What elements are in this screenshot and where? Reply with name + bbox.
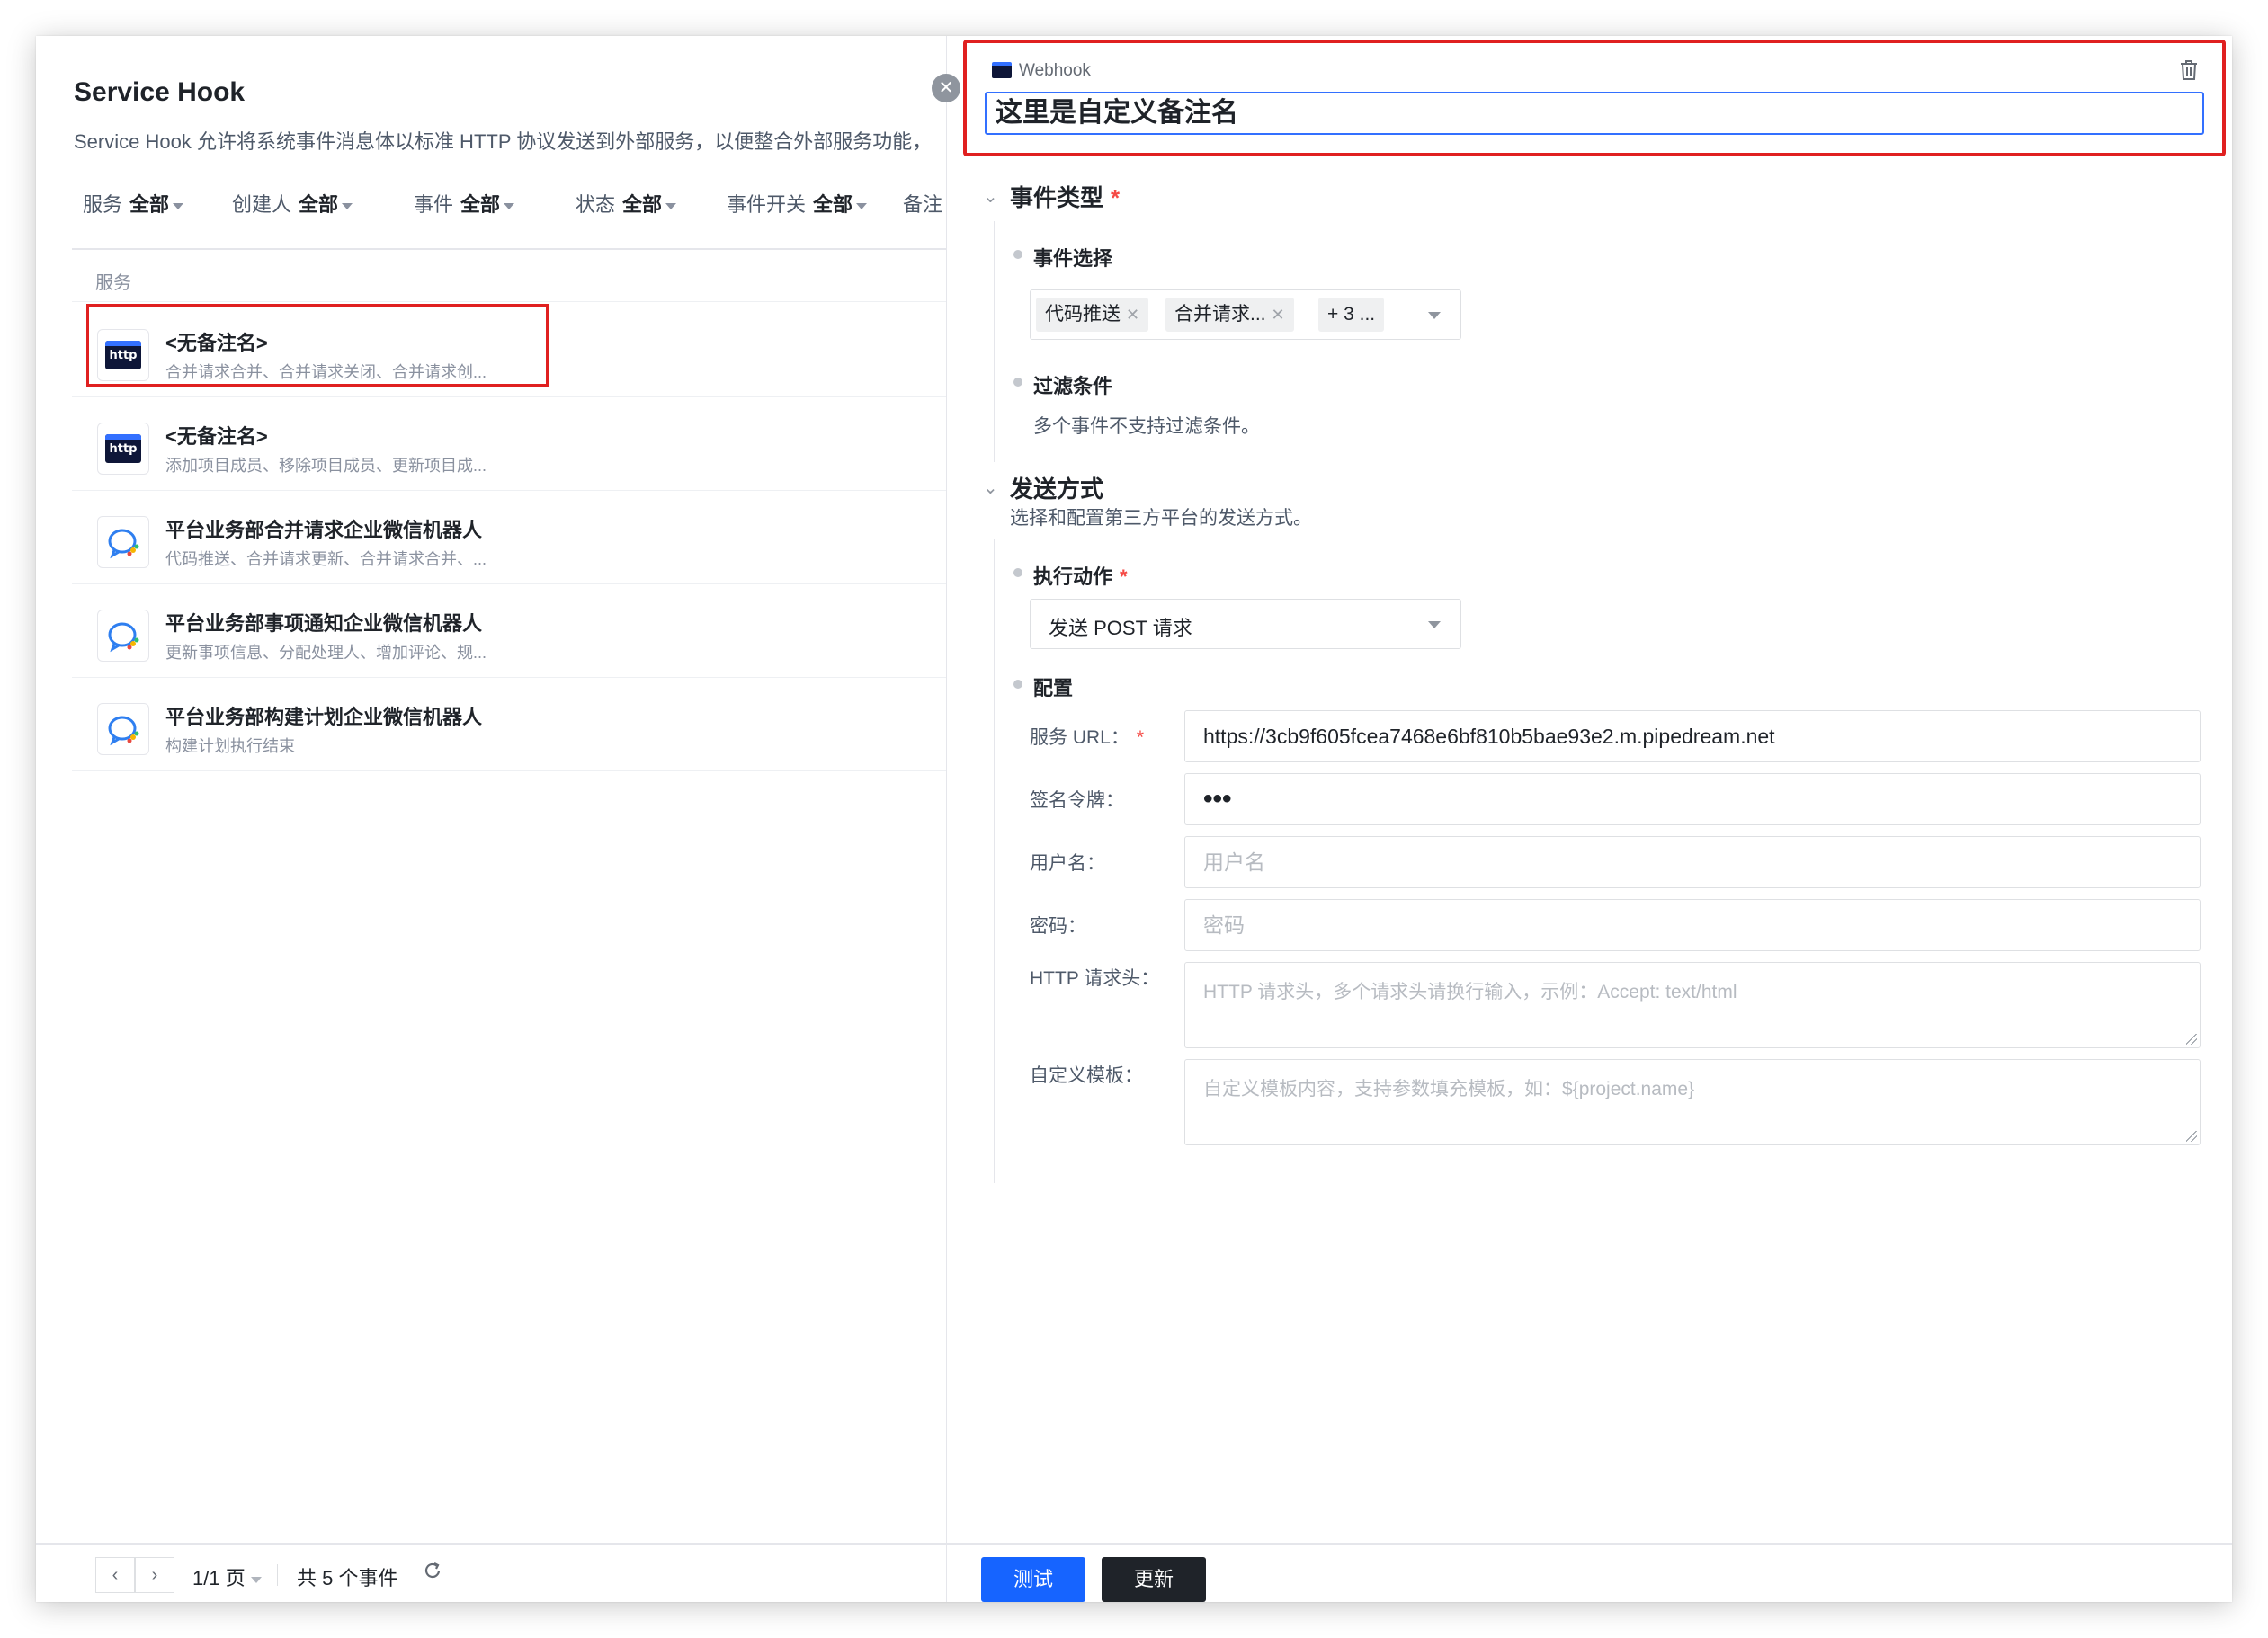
section-divider-line	[994, 221, 995, 462]
signature-token-input[interactable]: •••	[1184, 773, 2201, 825]
webhook-type-label: Webhook	[992, 61, 1091, 81]
chevron-down-icon	[856, 202, 868, 209]
bullet-dot	[1013, 680, 1022, 689]
http-headers-label: HTTP 请求头：	[1030, 968, 1160, 989]
webhook-edit-panel: Webhook 这里是自定义备注名 ⌄ 事件类型 * 事件选择 代码推送 ✕ 合并请…	[946, 36, 2232, 1602]
delete-icon[interactable]	[2179, 59, 2199, 85]
item-events: 构建计划执行结束	[165, 737, 295, 755]
config-label: 配置	[1033, 677, 1074, 699]
action-label: 执行动作 *	[1033, 565, 1128, 588]
wecom-bot-icon	[97, 516, 149, 568]
action-select[interactable]: 发送 POST 请求	[1030, 599, 1461, 649]
bullet-dot	[1013, 568, 1022, 577]
list-header: 服务 创建	[72, 248, 946, 302]
http-icon	[992, 62, 1012, 78]
footer-actions: 测试 更新	[947, 1543, 2232, 1602]
chevron-down-icon	[250, 1576, 262, 1583]
signature-token-label: 签名令牌：	[1030, 790, 1124, 811]
chevron-down-icon	[173, 202, 184, 209]
chevron-down-icon	[504, 202, 515, 209]
page-select[interactable]: 1/1 页	[192, 1562, 262, 1591]
filter-event-switch[interactable]: 事件开关 全部	[727, 189, 868, 218]
section-divider-line	[994, 539, 995, 1183]
column-service: 服务	[95, 273, 131, 293]
refresh-icon[interactable]	[423, 1561, 442, 1586]
username-label: 用户名：	[1030, 853, 1105, 874]
password-label: 密码：	[1030, 916, 1086, 937]
filter-remark[interactable]: 备注	[903, 189, 942, 218]
http-icon: http	[97, 423, 149, 475]
chevron-down-icon	[1428, 621, 1441, 628]
chevron-down-icon	[342, 202, 353, 209]
item-events: 代码推送、合并请求更新、合并请求合并、...	[165, 550, 487, 568]
next-page-button[interactable]: ›	[135, 1557, 174, 1593]
event-type-section-title: 事件类型 *	[1010, 184, 1121, 211]
username-input[interactable]: 用户名	[1184, 836, 2201, 888]
service-url-input[interactable]: https://3cb9f605fcea7468e6bf810b5bae93e2…	[1184, 710, 2201, 762]
filter-condition-hint: 多个事件不支持过滤条件。	[1033, 416, 1260, 437]
collapse-chevron-icon[interactable]: ⌄	[983, 476, 998, 499]
divider	[277, 1564, 278, 1586]
page-description: Service Hook 允许将系统事件消息体以标准 HTTP 协议发送到外部服…	[74, 130, 933, 153]
chevron-down-icon	[1428, 312, 1441, 319]
remark-name-input[interactable]: 这里是自定义备注名	[985, 92, 2204, 135]
password-input[interactable]: 密码	[1184, 899, 2201, 951]
filter-condition-label: 过滤条件	[1033, 375, 1113, 397]
event-tag-merge-request: 合并请求... ✕	[1165, 298, 1294, 332]
custom-template-textarea[interactable]: 自定义模板内容，支持参数填充模板，如：${project.name}	[1184, 1059, 2201, 1145]
page-title: Service Hook	[74, 77, 246, 107]
filter-creator[interactable]: 创建人 全部	[232, 189, 353, 218]
list-item[interactable]: http <无备注名> 添加项目成员、移除项目成员、更新项目成... 廖凯	[72, 397, 946, 491]
item-title: <无备注名>	[165, 425, 268, 448]
pagination: ‹ › 1/1 页 共 5 个事件	[36, 1543, 946, 1602]
list-item[interactable]: 平台业务部合并请求企业微信机器人 代码推送、合并请求更新、合并请求合并、... …	[72, 491, 946, 584]
send-method-section-title: 发送方式	[1010, 476, 1104, 503]
update-button[interactable]: 更新	[1102, 1557, 1206, 1602]
list-item[interactable]: 平台业务部构建计划企业微信机器人 构建计划执行结束 廖凯	[72, 678, 946, 771]
more-tags-badge: + 3 ...	[1318, 298, 1385, 332]
wecom-bot-icon	[97, 703, 149, 755]
prev-page-button[interactable]: ‹	[95, 1557, 135, 1593]
remove-tag-icon[interactable]: ✕	[1126, 306, 1139, 324]
selected-row-highlight	[86, 304, 549, 387]
event-tag-code-push: 代码推送 ✕	[1036, 298, 1149, 332]
item-events: 更新事项信息、分配处理人、增加评论、规...	[165, 644, 487, 662]
resize-handle-icon[interactable]	[2186, 1131, 2197, 1142]
service-hook-list-panel: Service Hook Service Hook 允许将系统事件消息体以标准 …	[36, 36, 946, 1602]
test-button[interactable]: 测试	[981, 1557, 1085, 1602]
name-highlight-box: Webhook 这里是自定义备注名	[963, 40, 2226, 156]
filter-status[interactable]: 状态 全部	[576, 189, 677, 218]
resize-handle-icon[interactable]	[2186, 1034, 2197, 1045]
item-events: 添加项目成员、移除项目成员、更新项目成...	[165, 457, 487, 475]
action-select-value: 发送 POST 请求	[1049, 617, 1192, 639]
close-drawer-button[interactable]: ✕	[932, 74, 960, 102]
event-select-label: 事件选择	[1033, 247, 1113, 270]
send-method-description: 选择和配置第三方平台的发送方式。	[1010, 508, 1312, 529]
chevron-down-icon	[665, 202, 677, 209]
service-url-label: 服务 URL： *	[1030, 727, 1145, 748]
item-title: 平台业务部合并请求企业微信机器人	[165, 519, 483, 541]
filter-service[interactable]: 服务 全部	[83, 189, 184, 218]
item-title: 平台业务部构建计划企业微信机器人	[165, 706, 483, 728]
app-window: Service Hook Service Hook 允许将系统事件消息体以标准 …	[36, 36, 2232, 1602]
item-title: 平台业务部事项通知企业微信机器人	[165, 612, 483, 635]
list-item[interactable]: 平台业务部事项通知企业微信机器人 更新事项信息、分配处理人、增加评论、规... …	[72, 584, 946, 678]
custom-template-label: 自定义模板：	[1030, 1065, 1143, 1086]
collapse-chevron-icon[interactable]: ⌄	[983, 185, 998, 208]
http-headers-textarea[interactable]: HTTP 请求头，多个请求头请换行输入，示例：Accept: text/html	[1184, 962, 2201, 1048]
total-count: 共 5 个事件	[297, 1567, 398, 1589]
filter-event[interactable]: 事件 全部	[414, 189, 515, 218]
event-multiselect[interactable]: 代码推送 ✕ 合并请求... ✕ + 3 ...	[1030, 289, 1461, 340]
wecom-bot-icon	[97, 610, 149, 662]
remove-tag-icon[interactable]: ✕	[1272, 306, 1285, 324]
bullet-dot	[1013, 250, 1022, 259]
bullet-dot	[1013, 378, 1022, 387]
